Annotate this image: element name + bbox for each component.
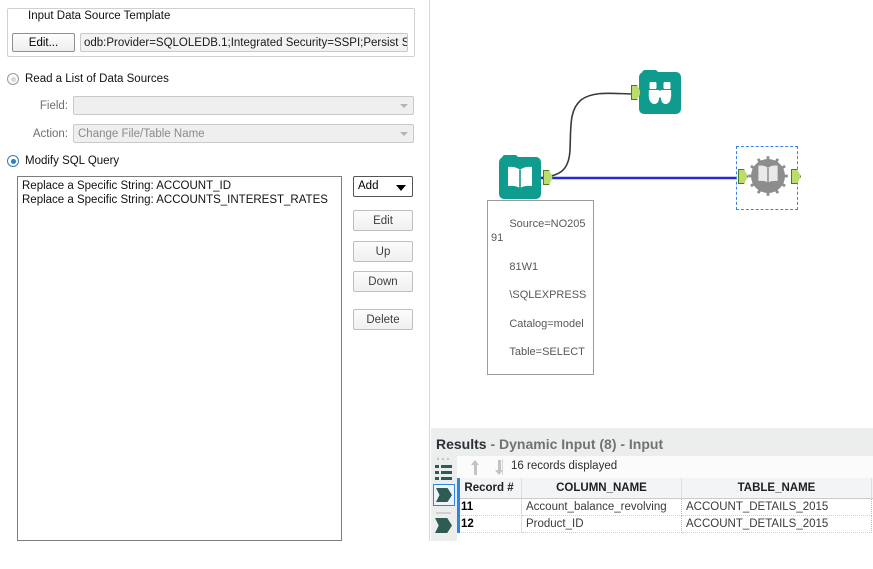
radio-read-list[interactable] <box>7 73 19 85</box>
scroll-up-button[interactable] <box>469 460 482 475</box>
results-body: 16 records displayed Record # COLUMN_NAM… <box>457 456 873 569</box>
results-rail <box>431 456 457 541</box>
configuration-panel: Input Data Source Template Edit... odb:P… <box>0 0 430 541</box>
add-button-label: Add <box>358 180 379 192</box>
column-header-record[interactable]: Record # <box>457 478 522 498</box>
node-dynamic-input[interactable] <box>738 155 801 197</box>
radio-modify-sql-row[interactable]: Modify SQL Query <box>7 155 119 167</box>
table-row[interactable]: 12 Product_ID ACCOUNT_DETAILS_2015 <box>457 478 873 533</box>
column-header-table-name[interactable]: TABLE_NAME <box>682 478 872 498</box>
cell-column-name: Account_balance_revolving <box>522 499 682 516</box>
radio-read-list-label: Read a List of Data Sources <box>25 73 169 85</box>
group-title: Input Data Source Template <box>24 10 175 22</box>
records-displayed-label: 16 records displayed <box>511 460 618 472</box>
drag-handle-dots[interactable] <box>437 458 451 462</box>
flag-icon[interactable] <box>435 518 452 533</box>
radio-modify-sql-label: Modify SQL Query <box>25 155 120 167</box>
cell-record: 12 <box>457 516 522 533</box>
chevron-down-icon <box>396 185 406 191</box>
book-icon <box>508 166 532 188</box>
annotation-line: Table=SELECT <box>509 346 585 359</box>
edit-entry-button[interactable]: Edit <box>353 210 413 231</box>
move-down-button[interactable]: Down <box>353 271 413 292</box>
toolbar-divider <box>502 459 503 475</box>
action-dropdown[interactable]: Change File/Table Name <box>73 124 414 143</box>
add-dropdown-button[interactable]: Add <box>353 176 413 197</box>
column-header-column-name[interactable]: COLUMN_NAME <box>522 478 682 498</box>
node-annotation: Source=NO20591 81W1 \SQLEXPRESS Catalog=… <box>487 200 594 375</box>
move-up-button[interactable]: Up <box>353 241 413 262</box>
annotation-line: Source=NO20591 <box>491 218 586 245</box>
grid-header-row: Record # COLUMN_NAME TABLE_NAME <box>457 478 873 499</box>
connection-string-field[interactable]: odb:Provider=SQLOLEDB.1;Integrated Secur… <box>80 33 408 52</box>
flag-icon <box>436 488 452 502</box>
annotation-line: \SQLEXPRESS <box>509 289 587 302</box>
results-panel: Results - Dynamic Input (8) - Input 16 r… <box>431 428 873 569</box>
cell-record: 11 <box>457 499 522 516</box>
node-browse[interactable] <box>631 70 681 114</box>
node-input-data[interactable] <box>499 155 553 199</box>
workflow-canvas[interactable]: Source=NO20591 81W1 \SQLEXPRESS Catalog=… <box>431 0 873 428</box>
gear-book-icon <box>748 156 788 196</box>
edit-button[interactable]: Edit... <box>12 33 75 52</box>
radio-read-list-row[interactable]: Read a List of Data Sources <box>7 73 169 85</box>
results-toolbar: 16 records displayed <box>457 456 873 479</box>
radio-modify-sql[interactable] <box>7 155 19 167</box>
delete-button[interactable]: Delete <box>353 309 413 330</box>
list-item[interactable]: Replace a Specific String: ACCOUNT_ID <box>22 180 337 194</box>
annotation-line: Catalog=model <box>509 317 584 330</box>
action-label: Action: <box>32 128 68 140</box>
binoculars-icon <box>648 82 672 104</box>
scroll-down-button[interactable] <box>493 460 506 475</box>
chevron-down-icon <box>400 104 408 108</box>
action-dropdown-value: Change File/Table Name <box>78 128 205 140</box>
chevron-down-icon <box>400 132 408 136</box>
app-window: Input Data Source Template Edit... odb:P… <box>0 0 873 569</box>
row-indicator <box>457 478 460 533</box>
results-grid[interactable]: Record # COLUMN_NAME TABLE_NAME 11 Accou… <box>457 478 873 533</box>
field-label: Field: <box>39 100 68 112</box>
annotation-line: 81W1 <box>509 260 539 273</box>
cell-column-name: Product_ID <box>522 516 682 533</box>
field-dropdown[interactable] <box>73 96 414 115</box>
table-row[interactable]: 11 Account_balance_revolving ACCOUNT_DET… <box>457 478 873 533</box>
output-anchor-tab-selected[interactable] <box>433 484 455 506</box>
results-title-rest: - Dynamic Input (8) - Input <box>486 436 664 452</box>
list-item[interactable]: Replace a Specific String: ACCOUNTS_INTE… <box>22 194 337 208</box>
annotation-line: COLUMN_NAME, <box>491 374 588 375</box>
cell-table-name: ACCOUNT_DETAILS_2015 <box>682 499 872 516</box>
results-title: Results - Dynamic Input (8) - Input <box>436 436 663 452</box>
cell-table-name: ACCOUNT_DETAILS_2015 <box>682 516 872 533</box>
rail-divider <box>436 512 451 514</box>
all-results-icon[interactable] <box>435 465 452 480</box>
results-title-strong: Results <box>436 436 487 452</box>
sql-modifications-list[interactable]: Replace a Specific String: ACCOUNT_ID Re… <box>17 176 342 541</box>
